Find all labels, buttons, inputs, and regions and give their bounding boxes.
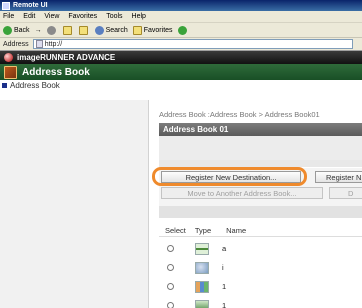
panel-separator [159, 160, 362, 167]
nav-item-address-book[interactable]: Address Book [2, 81, 60, 90]
panel-body [159, 136, 362, 160]
refresh-icon [62, 25, 72, 35]
select-radio[interactable] [167, 264, 174, 271]
home-icon [78, 25, 88, 35]
group-destination-icon [195, 261, 209, 274]
panel-title: Address Book 01 [159, 123, 362, 136]
stop-icon [46, 25, 56, 35]
browser-toolbar: Back → Search Favorites [0, 23, 362, 38]
window-title: Remote UI [13, 2, 48, 9]
menu-favorites[interactable]: Favorites [68, 13, 97, 20]
row-name: a [222, 244, 227, 253]
table-row: 1 [159, 277, 362, 296]
nav-item-label: Address Book [10, 81, 60, 90]
page-icon [35, 40, 43, 48]
home-button[interactable] [78, 25, 90, 35]
table-row: a [159, 239, 362, 258]
left-nav: Address Book [0, 81, 149, 308]
favorites-button[interactable]: Favorites [132, 25, 173, 35]
address-book-icon [4, 65, 17, 79]
url-text: http:// [44, 40, 63, 48]
person-destination-icon [195, 299, 209, 308]
col-name: Name [226, 226, 247, 235]
back-arrow-icon [3, 25, 12, 35]
section-title: Address Book [22, 66, 90, 78]
col-select: Select [165, 226, 186, 235]
section-bar: Address Book [0, 64, 362, 80]
select-radio[interactable] [167, 245, 174, 252]
brand-bar: imageRUNNER ADVANCE [0, 51, 362, 64]
history-button[interactable] [177, 25, 189, 35]
delete-button[interactable]: D [329, 187, 362, 199]
table-row: i [159, 258, 362, 277]
row-name: i [222, 263, 224, 272]
window-titlebar: Remote UI [0, 0, 362, 11]
register-new-group-button[interactable]: Register N [315, 171, 362, 183]
menu-edit[interactable]: Edit [23, 13, 35, 20]
brand-logo-icon [4, 53, 13, 62]
move-to-another-address-book-button[interactable]: Move to Another Address Book... [161, 187, 323, 199]
history-icon [177, 25, 187, 35]
menu-bar: File Edit View Favorites Tools Help [0, 11, 362, 23]
back-button[interactable]: Back [3, 25, 30, 35]
menu-view[interactable]: View [44, 13, 59, 20]
search-button[interactable]: Search [94, 25, 128, 35]
nav-bullet-icon [2, 83, 7, 88]
row-name: 1 [222, 301, 227, 308]
people-destination-icon [195, 280, 209, 293]
menu-help[interactable]: Help [132, 13, 146, 20]
table-header: Select Type Name [159, 225, 362, 237]
browser-icon [2, 1, 10, 10]
stop-button[interactable] [46, 25, 58, 35]
list-toolbar [159, 206, 362, 218]
favorites-icon [132, 25, 142, 35]
address-bar: Address http:// [0, 38, 362, 51]
address-label: Address [3, 40, 29, 48]
app-header: imageRUNNER ADVANCE Address Book [0, 51, 362, 80]
brand-name: imageRUNNER ADVANCE [17, 53, 116, 62]
menu-file[interactable]: File [3, 13, 14, 20]
refresh-button[interactable] [62, 25, 74, 35]
search-icon [94, 25, 104, 35]
fax-destination-icon [195, 242, 209, 255]
main-content: Address Book :Address Book > Address Boo… [149, 100, 362, 308]
col-type: Type [194, 226, 212, 235]
register-new-destination-button[interactable]: Register New Destination... [161, 171, 301, 183]
breadcrumb: Address Book :Address Book > Address Boo… [159, 110, 320, 119]
menu-tools[interactable]: Tools [106, 13, 122, 20]
select-radio[interactable] [167, 283, 174, 290]
forward-button[interactable]: → [35, 27, 42, 34]
table-row: 1 [159, 296, 362, 308]
url-input[interactable]: http:// [32, 39, 353, 49]
select-radio[interactable] [167, 302, 174, 308]
row-name: 1 [222, 282, 227, 291]
